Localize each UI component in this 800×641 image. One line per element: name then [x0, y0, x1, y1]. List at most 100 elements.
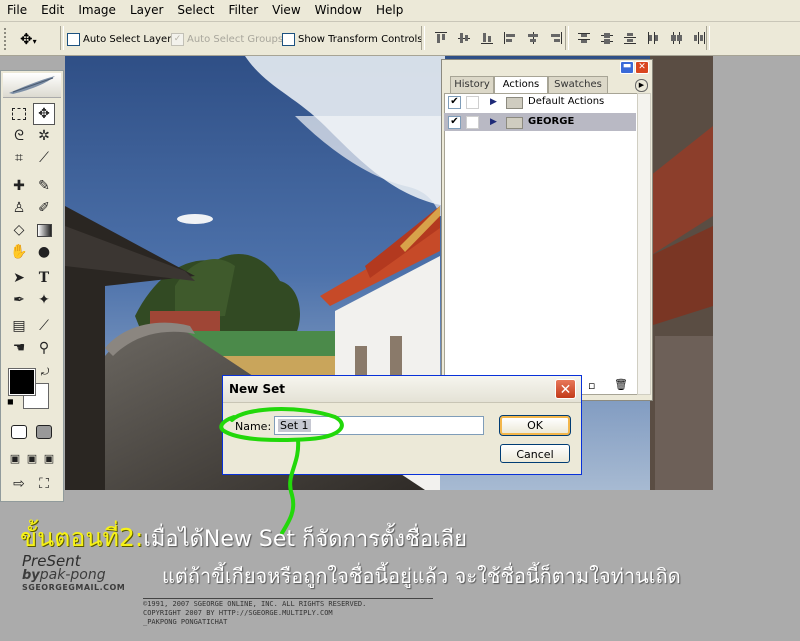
caption-step: ขั้นตอนที่2:: [20, 523, 144, 552]
align-bottom-icon[interactable]: [480, 31, 494, 45]
type-tool-icon[interactable]: T: [33, 267, 55, 289]
cancel-button[interactable]: Cancel: [500, 444, 570, 463]
align-buttons: [434, 31, 563, 45]
show-transform-checkbox[interactable]: [282, 32, 295, 46]
menu-file[interactable]: File: [0, 0, 34, 21]
auto-select-layer-label: Auto Select Layer: [83, 33, 172, 45]
pen-tool-icon[interactable]: ✒: [8, 289, 30, 311]
watermark-line-2: by: [22, 568, 40, 583]
distribute-vcenter-icon[interactable]: [600, 31, 614, 45]
move-tool-preset-icon[interactable]: ✥▾: [20, 30, 37, 48]
toggle-item-checkbox[interactable]: ✔: [448, 96, 461, 109]
history-brush-tool-icon[interactable]: ✐: [33, 197, 55, 219]
eraser-tool-icon[interactable]: ◇: [8, 219, 30, 241]
align-hcenter-icon[interactable]: [526, 31, 540, 45]
lasso-tool-icon[interactable]: ᘓ: [8, 125, 30, 147]
auto-select-layer-option[interactable]: Auto Select Layer: [67, 32, 171, 46]
dialog-close-icon[interactable]: ✕: [555, 379, 576, 399]
menu-layer[interactable]: Layer: [123, 0, 170, 21]
menu-select[interactable]: Select: [170, 0, 221, 21]
list-item-selected[interactable]: ✔ ▶ GEORGE: [444, 113, 636, 131]
menu-bar: File Edit Image Layer Select Filter View…: [0, 0, 800, 22]
auto-select-groups-label: Auto Select Groups: [187, 33, 284, 45]
actions-list: [444, 93, 638, 395]
folder-icon: [506, 97, 523, 109]
distribute-hcenter-icon[interactable]: [669, 31, 683, 45]
watermark-line-4: SGEORGEGMAIL.COM: [22, 583, 126, 592]
separator: [421, 26, 425, 50]
panel-scrollbar[interactable]: [637, 93, 651, 395]
custom-shape-tool-icon[interactable]: ✦: [33, 289, 55, 311]
align-right-icon[interactable]: [549, 31, 563, 45]
separator: [60, 26, 64, 50]
caption-line-2: แต่ถ้าขี้เกียจหรือถูกใจชื่อนี้อยู่แล้ว จ…: [162, 564, 681, 588]
tab-actions[interactable]: Actions: [494, 76, 548, 93]
blur-tool-icon[interactable]: ✋: [8, 241, 30, 263]
quick-mask-mode-icon[interactable]: [33, 421, 55, 443]
move-tool-icon[interactable]: ✥: [33, 103, 55, 125]
hand-tool-icon[interactable]: ☚: [8, 337, 30, 359]
menu-filter[interactable]: Filter: [221, 0, 265, 21]
notes-tool-icon[interactable]: ▤: [8, 315, 30, 337]
gradient-tool-icon[interactable]: [33, 219, 55, 241]
imageready-icon[interactable]: ⛶: [33, 473, 55, 495]
minimize-icon[interactable]: ▬: [620, 61, 634, 74]
show-transform-label: Show Transform Controls: [298, 33, 423, 45]
eyedropper-tool-icon[interactable]: ⟋: [33, 315, 55, 337]
copyright-block: ©1991, 2007 SGEORGE ONLINE, INC. ALL RIG…: [143, 600, 366, 627]
clone-stamp-tool-icon[interactable]: ♙: [8, 197, 30, 219]
full-screen-mode-icon[interactable]: ▣: [38, 447, 60, 469]
copyright-rule: [143, 598, 433, 599]
separator: [706, 26, 710, 50]
align-top-icon[interactable]: [434, 31, 448, 45]
expand-triangle-icon[interactable]: ▶: [490, 113, 497, 131]
toggle-dialog-checkbox[interactable]: [466, 96, 479, 109]
swap-colors-icon[interactable]: ⤾: [41, 367, 49, 378]
options-grip[interactable]: [4, 28, 12, 50]
tab-history[interactable]: History: [450, 76, 494, 93]
toggle-item-checkbox[interactable]: ✔: [448, 116, 461, 129]
magic-wand-tool-icon[interactable]: ✲: [33, 125, 55, 147]
menu-view[interactable]: View: [265, 0, 307, 21]
new-action-icon[interactable]: ▫: [588, 379, 595, 392]
align-vcenter-icon[interactable]: [457, 31, 471, 45]
menu-window[interactable]: Window: [308, 0, 369, 21]
list-item[interactable]: ✔ ▶ Default Actions: [444, 93, 636, 111]
distribute-buttons: [577, 31, 706, 45]
path-selection-tool-icon[interactable]: ➤: [8, 267, 30, 289]
zoom-tool-icon[interactable]: ⚲: [33, 337, 55, 359]
menu-image[interactable]: Image: [71, 0, 123, 21]
menu-help[interactable]: Help: [369, 0, 410, 21]
auto-select-layer-checkbox[interactable]: [67, 32, 80, 46]
healing-brush-tool-icon[interactable]: ✚: [8, 175, 30, 197]
distribute-left-icon[interactable]: [646, 31, 660, 45]
folder-icon: [506, 117, 523, 129]
tab-swatches[interactable]: Swatches: [548, 76, 608, 93]
distribute-top-icon[interactable]: [577, 31, 591, 45]
toggle-dialog-checkbox[interactable]: [466, 116, 479, 129]
copyright-line-2: COPYRIGHT 2007 BY HTTP://SGEORGE.MULTIPL…: [143, 609, 333, 617]
photoshop-feather-logo[interactable]: [3, 73, 61, 98]
default-colors-icon[interactable]: ◼: [7, 397, 14, 406]
ok-button[interactable]: OK: [499, 415, 571, 436]
watermark-line-3: pak-pong: [39, 567, 106, 583]
crop-tool-icon[interactable]: ⌗: [8, 147, 30, 169]
align-left-icon[interactable]: [503, 31, 517, 45]
distribute-bottom-icon[interactable]: [623, 31, 637, 45]
brush-tool-icon[interactable]: ✎: [33, 175, 55, 197]
menu-edit[interactable]: Edit: [34, 0, 71, 21]
delete-trash-icon[interactable]: 🗑: [614, 378, 628, 391]
panel-menu-icon[interactable]: ▶: [635, 79, 648, 92]
caption-line1-text: เมื่อได้New Set ก็จัดการตั้งชื่อเลีย: [143, 527, 468, 552]
standard-mode-icon[interactable]: [8, 421, 30, 443]
foreground-color-swatch-top[interactable]: [8, 368, 36, 396]
toolbox: ✥ ᘓ ✲ ⌗ ⟋ ✚ ✎ ♙ ✐ ◇ ✋ ● ➤ T ✒ ✦ ▤ ⟋ ☚ ⚲ …: [0, 70, 64, 502]
dodge-tool-icon[interactable]: ●: [33, 241, 55, 263]
jump-to-imageready-icon[interactable]: ⇨: [8, 473, 30, 495]
show-transform-option[interactable]: Show Transform Controls: [282, 32, 422, 46]
close-icon[interactable]: ✕: [635, 61, 649, 74]
slice-tool-icon[interactable]: ⟋: [33, 147, 55, 169]
marquee-tool-icon[interactable]: [8, 103, 30, 125]
expand-triangle-icon[interactable]: ▶: [490, 93, 497, 111]
distribute-right-icon[interactable]: [692, 31, 706, 45]
